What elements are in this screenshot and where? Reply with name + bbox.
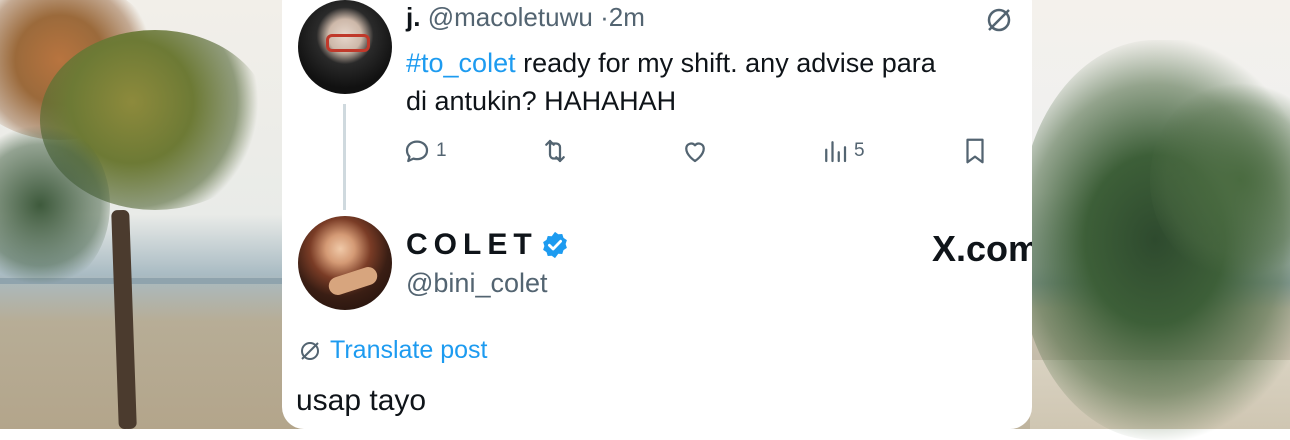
tweet1-header: j. @macoletuwu ·2m: [406, 2, 645, 33]
retweet-icon: [545, 139, 565, 163]
thread-connector-line: [343, 104, 346, 210]
tweet2-display-name-row: COLET: [406, 228, 570, 262]
avatar-macoletuwu[interactable]: [298, 0, 392, 94]
glasses-detail: [326, 34, 370, 52]
tweet1-text-line1: ready for my shift. any advise para: [515, 48, 936, 78]
views-icon: [825, 141, 847, 163]
reply-icon: [405, 140, 429, 163]
bookmark-icon: [966, 138, 984, 164]
like-button[interactable]: [680, 136, 710, 166]
xcom-watermark: X.com: [932, 228, 1032, 269]
tweet1-separator: ·: [600, 2, 609, 32]
like-icon: [685, 142, 705, 163]
translate-post-label: Translate post: [330, 336, 488, 364]
tweet2-handle[interactable]: @bini_colet: [406, 268, 548, 299]
tweet1-text-line2: di antukin? HAHAHAH: [406, 86, 677, 116]
bookmark-button[interactable]: [960, 136, 990, 166]
avatar-arm-detail: [326, 264, 380, 298]
translate-post-button[interactable]: Translate post: [298, 336, 487, 365]
tweet1-display-name[interactable]: j.: [406, 2, 420, 32]
reply-count: 1: [436, 140, 447, 161]
tweet1-timestamp[interactable]: 2m: [609, 2, 645, 32]
tweet1-text: #to_colet ready for my shift. any advise…: [406, 44, 1032, 120]
tweet-card: j. @macoletuwu ·2m #to_colet ready for m…: [282, 0, 1032, 429]
views-count: 5: [854, 140, 865, 161]
translate-icon[interactable]: [984, 5, 1014, 35]
tweet1-action-bar: 1 5: [402, 136, 1002, 172]
hashtag-link[interactable]: #to_colet: [406, 48, 516, 78]
tweet1-handle[interactable]: @macoletuwu: [428, 2, 593, 32]
tweet2-text: usap tayo: [296, 384, 427, 417]
avatar-bini-colet[interactable]: [298, 216, 392, 310]
tweet2-display-name[interactable]: COLET: [406, 228, 538, 262]
views-button[interactable]: 5: [820, 136, 865, 166]
verified-badge-icon: [542, 231, 567, 259]
reply-button[interactable]: 1: [402, 136, 447, 166]
translate-icon: [301, 341, 319, 360]
retweet-button[interactable]: [540, 136, 570, 166]
